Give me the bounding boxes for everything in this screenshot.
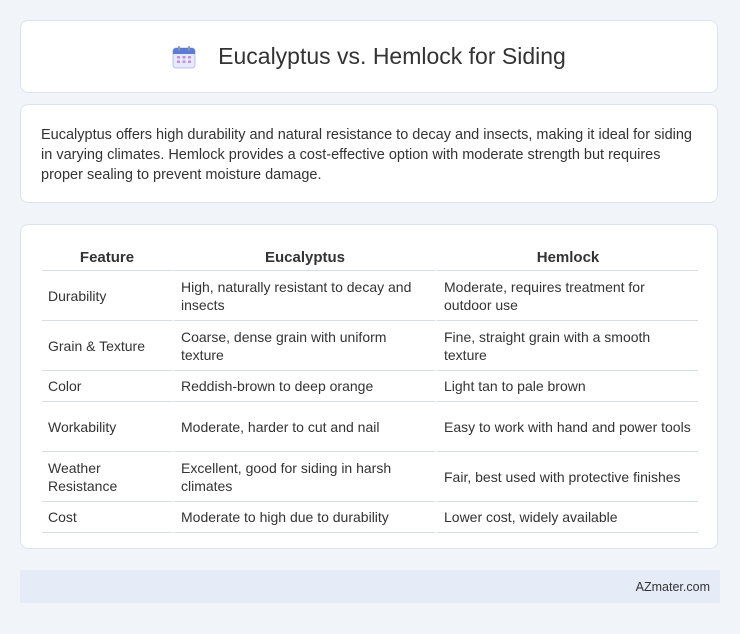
- table-row: Grain & Texture Coarse, dense grain with…: [42, 321, 698, 371]
- table-row: Weather Resistance Excellent, good for s…: [42, 452, 698, 502]
- table-row: Durability High, naturally resistant to …: [42, 271, 698, 321]
- eucalyptus-cell: Coarse, dense grain with uniform texture: [172, 321, 435, 371]
- calendar-icon: [172, 45, 196, 69]
- table-row: Color Reddish-brown to deep orange Light…: [42, 371, 698, 402]
- comparison-card: Feature Eucalyptus Hemlock Durability Hi…: [20, 224, 718, 549]
- eucalyptus-cell: Excellent, good for siding in harsh clim…: [172, 452, 435, 502]
- footer-bar: AZmater.com: [20, 570, 720, 603]
- feature-cell: Workability: [42, 402, 172, 452]
- hemlock-cell: Fine, straight grain with a smooth textu…: [435, 321, 698, 371]
- comparison-table: Feature Eucalyptus Hemlock Durability Hi…: [42, 245, 698, 533]
- table-row: Cost Moderate to high due to durability …: [42, 502, 698, 533]
- footer-source: AZmater.com: [635, 579, 710, 594]
- eucalyptus-cell: Moderate to high due to durability: [172, 502, 435, 533]
- hemlock-cell: Easy to work with hand and power tools: [435, 402, 698, 452]
- eucalyptus-cell: Reddish-brown to deep orange: [172, 371, 435, 402]
- hemlock-cell: Moderate, requires treatment for outdoor…: [435, 271, 698, 321]
- column-header-hemlock: Hemlock: [435, 245, 698, 271]
- feature-cell: Grain & Texture: [42, 321, 172, 371]
- table-row: Workability Moderate, harder to cut and …: [42, 402, 698, 452]
- column-header-feature: Feature: [42, 245, 172, 271]
- title-card: Eucalyptus vs. Hemlock for Siding: [20, 20, 718, 93]
- feature-cell: Color: [42, 371, 172, 402]
- hemlock-cell: Fair, best used with protective finishes: [435, 452, 698, 502]
- intro-card: Eucalyptus offers high durability and na…: [20, 104, 718, 203]
- feature-cell: Cost: [42, 502, 172, 533]
- title-wrap: Eucalyptus vs. Hemlock for Siding: [172, 43, 566, 70]
- page-title: Eucalyptus vs. Hemlock for Siding: [218, 43, 566, 69]
- column-header-eucalyptus: Eucalyptus: [172, 245, 435, 271]
- table-header-row: Feature Eucalyptus Hemlock: [42, 245, 698, 271]
- hemlock-cell: Lower cost, widely available: [435, 502, 698, 533]
- eucalyptus-cell: High, naturally resistant to decay and i…: [172, 271, 435, 321]
- eucalyptus-cell: Moderate, harder to cut and nail: [172, 402, 435, 452]
- feature-cell: Durability: [42, 271, 172, 321]
- hemlock-cell: Light tan to pale brown: [435, 371, 698, 402]
- feature-cell: Weather Resistance: [42, 452, 172, 502]
- intro-paragraph: Eucalyptus offers high durability and na…: [41, 127, 692, 183]
